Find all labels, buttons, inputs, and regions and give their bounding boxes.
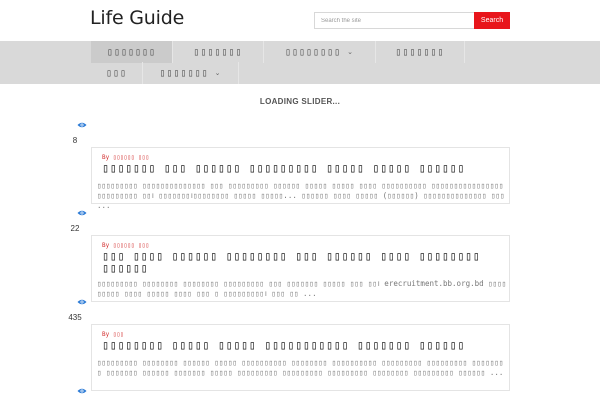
post-category[interactable]: By ▯▯▯ xyxy=(102,331,124,338)
post-card[interactable]: By ▯▯▯▯▯▯ ▯▯▯ ▯▯▯ ▯▯▯▯ ▯▯▯▯▯▯ ▯▯▯▯▯▯▯▯ ▯… xyxy=(91,235,510,302)
main-nav: ▯▯▯▯▯▯▯ ▯▯▯▯▯▯▯ ▯▯▯▯▯▯▯▯ ⌄ ▯▯▯▯▯▯▯ ▯▯▯ ▯… xyxy=(0,41,600,84)
eye-icon xyxy=(77,210,87,216)
slider-loading-text: LOADING SLIDER... xyxy=(259,97,341,106)
post-category[interactable]: By ▯▯▯▯▯▯ ▯▯▯ xyxy=(102,154,149,161)
post-title[interactable]: ▯▯▯▯▯▯▯▯ ▯▯▯▯▯ ▯▯▯▯▯ ▯▯▯▯▯▯▯▯▯▯▯ ▯▯▯▯▯▯▯… xyxy=(102,339,506,351)
nav-item-6[interactable]: ▯▯▯▯▯▯▯ ⌄ xyxy=(143,62,239,84)
view-count: 8 xyxy=(72,136,78,145)
chevron-down-icon: ⌄ xyxy=(214,69,222,77)
nav-item-2[interactable]: ▯▯▯▯▯▯▯ xyxy=(173,41,264,63)
search-button[interactable]: Search xyxy=(474,12,510,29)
nav-item-label: ▯▯▯ xyxy=(105,67,128,79)
post-card[interactable]: By ▯▯▯ ▯▯▯▯▯▯▯▯ ▯▯▯▯▯ ▯▯▯▯▯ ▯▯▯▯▯▯▯▯▯▯▯ … xyxy=(91,324,510,391)
chevron-down-icon: ⌄ xyxy=(347,48,355,56)
nav-item-4[interactable]: ▯▯▯▯▯▯▯ xyxy=(376,41,465,63)
site-header: Life Guide Search xyxy=(0,0,600,41)
post-category[interactable]: By ▯▯▯▯▯▯ ▯▯▯ xyxy=(102,242,149,249)
site-title[interactable]: Life Guide xyxy=(90,7,184,29)
nav-item-label: ▯▯▯▯▯▯▯ xyxy=(106,46,157,58)
post-card[interactable]: By ▯▯▯▯▯▯ ▯▯▯ ▯▯▯▯▯▯▯ ▯▯▯ ▯▯▯▯▯▯ ▯▯▯▯▯▯▯… xyxy=(91,147,510,210)
eye-icon xyxy=(77,122,87,128)
nav-item-label: ▯▯▯▯▯▯▯ xyxy=(193,46,243,58)
eye-icon xyxy=(77,299,87,305)
view-count: 435 xyxy=(68,313,82,322)
nav-item-1[interactable]: ▯▯▯▯▯▯▯ xyxy=(91,41,173,63)
nav-item-label: ▯▯▯▯▯▯▯ xyxy=(159,67,209,79)
search-input[interactable] xyxy=(314,12,475,29)
nav-item-label: ▯▯▯▯▯▯▯▯ xyxy=(284,46,342,58)
nav-item-3[interactable]: ▯▯▯▯▯▯▯▯ ⌄ xyxy=(264,41,376,63)
post-excerpt: ▯▯▯▯▯▯▯▯▯ ▯▯▯▯▯▯▯▯ ▯▯▯▯▯▯ ▯▯▯▯▯ ▯▯▯▯▯▯▯▯… xyxy=(97,358,504,377)
post-excerpt: ▯▯▯▯▯▯▯▯▯ ▯▯▯▯▯▯▯▯ ▯▯▯▯▯▯▯▯ ▯▯▯▯▯▯▯▯▯ ▯▯… xyxy=(97,279,507,298)
nav-item-5[interactable]: ▯▯▯ xyxy=(91,62,143,84)
post-title[interactable]: ▯▯▯ ▯▯▯▯ ▯▯▯▯▯▯ ▯▯▯▯▯▯▯▯ ▯▯▯ ▯▯▯▯▯▯ ▯▯▯▯… xyxy=(102,250,506,274)
view-count: 22 xyxy=(70,224,80,233)
eye-icon xyxy=(77,388,87,394)
post-title[interactable]: ▯▯▯▯▯▯▯ ▯▯▯ ▯▯▯▯▯▯ ▯▯▯▯▯▯▯▯▯ ▯▯▯▯▯ ▯▯▯▯▯… xyxy=(102,162,506,174)
nav-item-label: ▯▯▯▯▯▯▯ xyxy=(395,46,445,58)
post-excerpt: ▯▯▯▯▯▯▯▯▯ ▯▯▯▯▯▯▯▯▯▯▯▯▯▯ ▯▯▯ ▯▯▯▯▯▯▯▯▯ ▯… xyxy=(97,181,505,210)
